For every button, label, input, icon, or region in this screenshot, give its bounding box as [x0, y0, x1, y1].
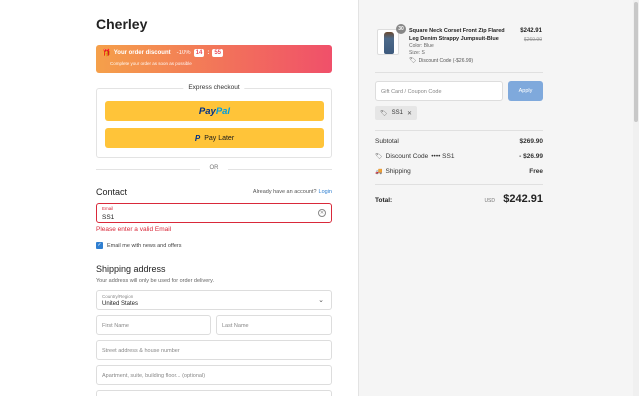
account-prompt: Already have an account? Login [253, 189, 332, 195]
timer-separator: : [207, 50, 210, 56]
first-name-placeholder: First Name [102, 323, 129, 329]
country-value: United States [102, 301, 139, 307]
discount-title: Your order discount [113, 50, 171, 56]
email-field-label: Email [102, 206, 114, 211]
total-row: Total: USD $242.91 [375, 193, 543, 207]
contact-heading: Contact [96, 187, 128, 197]
last-name-placeholder: Last Name [222, 323, 249, 329]
email-field[interactable]: Email SS1 ✕ [96, 203, 332, 223]
login-link[interactable]: Login [319, 189, 332, 195]
apartment-field[interactable]: Apartment, suite, building floor... (opt… [96, 365, 332, 385]
discount-row: 🏷 Discount Code •••• SS1 - $26.99 [375, 153, 543, 163]
discount-label: Discount Code [385, 153, 429, 160]
discount-banner-subtitle: Complete your order as soon as possible [110, 61, 192, 66]
divider [375, 72, 543, 73]
discount-label-group: 🏷 Discount Code •••• SS1 [375, 153, 454, 160]
scrollbar-thumb[interactable] [634, 2, 638, 122]
applied-coupon-code: SS1 [391, 110, 403, 116]
newsletter-label: Email me with news and offers [107, 242, 182, 249]
email-error-message: Please enter a valid Email [96, 226, 172, 233]
close-icon[interactable]: ✕ [407, 110, 412, 117]
or-text: OR [209, 165, 219, 171]
country-label: Country/Region [102, 294, 134, 299]
email-field-value[interactable]: SS1 [102, 214, 114, 221]
divider-line [228, 169, 332, 170]
product-size: Size: S [409, 50, 425, 56]
first-name-field[interactable]: First Name [96, 315, 211, 335]
checkbox-icon[interactable]: ✓ [96, 242, 103, 249]
street-address-field[interactable]: Street address & house number [96, 340, 332, 360]
scrollbar[interactable] [633, 0, 639, 396]
product-compare-price: $269.90 [523, 37, 542, 43]
tag-icon: 🏷 [375, 154, 383, 160]
discount-value: - $26.99 [519, 153, 543, 160]
paypal-pay-later-button[interactable]: P Pay Later [105, 128, 324, 148]
paypal-logo: PayPal [198, 105, 231, 117]
chevron-down-icon: ⌄ [318, 297, 324, 304]
checkout-form-panel: Cherley 🎁 Your order discount -10% 14 : … [0, 0, 358, 396]
product-discount: 🏷 Discount Code (-$26.99) [409, 57, 474, 65]
express-checkout-title: Express checkout [183, 84, 245, 91]
product-color: Color: Blue [409, 43, 434, 49]
street-address-placeholder: Street address & house number [102, 348, 180, 354]
coupon-placeholder: Gift Card / Coupon Code [381, 89, 442, 95]
shipping-row: 🚚 Shipping Free [375, 168, 543, 178]
newsletter-checkbox-row[interactable]: ✓ Email me with news and offers [96, 242, 182, 249]
product-thumbnail [377, 29, 399, 55]
last-name-field[interactable]: Last Name [216, 315, 332, 335]
shipping-value: Free [529, 168, 543, 175]
discount-banner-headline: 🎁 Your order discount -10% 14 : 55 [102, 49, 224, 57]
store-brand[interactable]: Cherley [96, 16, 147, 32]
product-title: Square Neck Corset Front Zip Flared Leg … [409, 28, 505, 42]
pay-later-label: Pay Later [204, 134, 235, 142]
shipping-label-group: 🚚 Shipping [375, 168, 411, 175]
apartment-placeholder: Apartment, suite, building floor... (opt… [102, 373, 206, 379]
divider [375, 184, 543, 185]
express-checkout-box: Express checkout PayPal P Pay Later [96, 84, 332, 158]
total-label: Total: [375, 197, 393, 204]
total-currency: USD [484, 198, 495, 204]
product-price: $242.91 [520, 28, 542, 34]
product-variant: Color: Blue Size: S [409, 43, 434, 57]
shipping-address-heading: Shipping address [96, 264, 166, 274]
subtotal-label: Subtotal [375, 138, 399, 145]
product-image [384, 32, 394, 54]
subtotal-value: $269.90 [519, 138, 544, 145]
tag-icon: 🏷 [380, 110, 388, 117]
account-prompt-text: Already have an account? [252, 189, 317, 195]
shipping-label: Shipping [385, 168, 411, 175]
total-value: $242.91 [503, 193, 543, 205]
clear-input-icon[interactable]: ✕ [318, 209, 326, 217]
discount-percent: -10% [176, 50, 191, 56]
gift-icon: 🎁 [102, 50, 111, 57]
product-discount-text: Discount Code (-$26.99) [418, 57, 474, 64]
applied-coupon-chip: 🏷 SS1 ✕ [375, 106, 417, 120]
subtotal-row: Subtotal $269.90 [375, 138, 543, 148]
divider-line [96, 169, 200, 170]
quantity-badge: 30 [396, 24, 406, 34]
paypal-p-icon: P [194, 133, 201, 143]
timer-seconds: 55 [212, 49, 224, 57]
timer-minutes: 14 [193, 49, 205, 57]
city-field[interactable] [96, 390, 332, 396]
divider [375, 130, 543, 131]
truck-icon: 🚚 [375, 169, 383, 175]
or-divider: OR [96, 164, 332, 174]
apply-button[interactable]: Apply [508, 81, 543, 101]
discount-code: •••• SS1 [431, 153, 455, 160]
order-discount-banner: 🎁 Your order discount -10% 14 : 55 Compl… [96, 45, 332, 73]
shipping-address-subtext: Your address will only be used for order… [96, 278, 215, 284]
country-select[interactable]: Country/Region United States ⌄ [96, 290, 332, 310]
tag-icon: 🏷 [409, 58, 417, 64]
paypal-button[interactable]: PayPal [105, 101, 324, 121]
coupon-input[interactable]: Gift Card / Coupon Code [375, 81, 503, 101]
